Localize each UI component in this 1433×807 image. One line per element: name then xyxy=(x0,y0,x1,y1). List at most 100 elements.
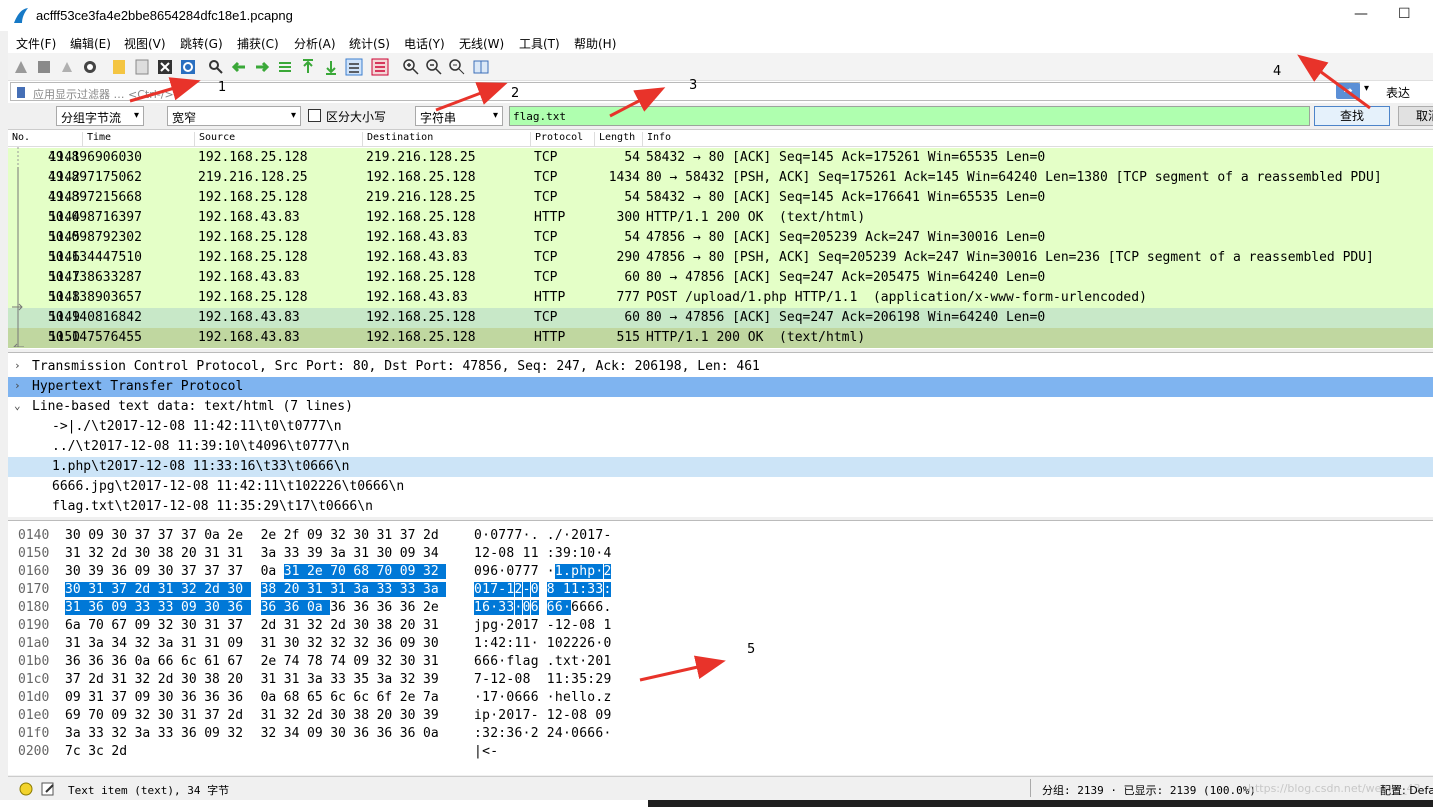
ascii-char[interactable]: · xyxy=(547,564,555,579)
ascii-char[interactable]: 6 xyxy=(554,600,563,615)
ascii-char[interactable]: · xyxy=(595,546,603,561)
ascii-char[interactable]: 2 xyxy=(571,636,579,651)
menu-file[interactable]: 文件(F) xyxy=(16,35,56,52)
hex-byte[interactable]: 32 xyxy=(400,672,423,687)
ascii-char[interactable]: 2 xyxy=(498,636,506,651)
ascii-char[interactable]: 2 xyxy=(571,528,579,543)
ascii-char[interactable]: · xyxy=(547,690,555,705)
ascii-char[interactable]: 2 xyxy=(563,636,571,651)
hex-byte[interactable]: 3a xyxy=(353,582,377,597)
ascii-char[interactable]: 2 xyxy=(490,726,498,741)
reload-file-icon[interactable] xyxy=(179,58,197,76)
minimize-button[interactable]: — xyxy=(1354,6,1368,22)
hex-byte[interactable]: 2d xyxy=(158,672,181,687)
hex-byte[interactable]: 36 xyxy=(377,636,400,651)
ascii-char[interactable]: 1 xyxy=(554,564,563,579)
hex-byte[interactable]: 7c xyxy=(65,744,88,759)
ascii-char[interactable]: : xyxy=(563,672,571,687)
packet-row[interactable]: 1144 50.098716397 192.168.43.83 192.168.25.… xyxy=(8,208,1433,228)
hex-byte[interactable]: 30 xyxy=(158,708,181,723)
ascii-char[interactable]: 0 xyxy=(579,618,587,633)
hex-byte[interactable]: 30 xyxy=(423,636,441,651)
hex-byte[interactable]: 30 xyxy=(65,582,89,597)
ascii-char[interactable]: 2 xyxy=(555,708,563,723)
hex-byte[interactable]: 78 xyxy=(307,654,330,669)
ascii-char[interactable]: t xyxy=(571,654,579,669)
menu-view[interactable]: 视图(V) xyxy=(124,35,166,52)
ascii-char[interactable]: 1 xyxy=(579,546,587,561)
hex-byte[interactable]: 37 xyxy=(135,528,158,543)
hex-byte[interactable]: 36 xyxy=(400,726,423,741)
ascii-char[interactable]: : xyxy=(498,726,506,741)
hex-byte[interactable]: 6c xyxy=(181,654,204,669)
hex-byte[interactable]: 31 xyxy=(181,636,204,651)
hex-byte[interactable]: 34 xyxy=(284,726,307,741)
ascii-char[interactable]: 7 xyxy=(490,690,498,705)
hex-byte[interactable]: 30 xyxy=(181,672,204,687)
hex-byte[interactable]: 36 xyxy=(400,600,423,615)
ascii-char[interactable]: : xyxy=(603,582,612,597)
hex-byte[interactable]: 36 xyxy=(65,654,88,669)
ascii-char[interactable]: g xyxy=(531,654,539,669)
hex-byte[interactable]: 31 xyxy=(261,636,284,651)
ascii-char[interactable]: o xyxy=(587,690,595,705)
colorize-icon[interactable] xyxy=(371,58,389,76)
hex-byte[interactable]: 36 xyxy=(204,690,227,705)
hex-byte[interactable]: 2e xyxy=(227,528,245,543)
ascii-char[interactable]: p xyxy=(571,564,579,579)
expand-chevron-right-icon[interactable]: › xyxy=(14,359,21,372)
hex-byte[interactable]: 0a xyxy=(423,726,441,741)
ascii-char[interactable]: 8 xyxy=(506,546,514,561)
ascii-char[interactable]: 0 xyxy=(515,672,523,687)
ascii-char[interactable]: 2 xyxy=(587,654,595,669)
menu-statistics[interactable]: 统计(S) xyxy=(349,35,390,52)
hex-byte[interactable]: 6c xyxy=(353,690,376,705)
hex-byte[interactable]: 7a xyxy=(423,690,441,705)
packet-row[interactable]: 1143 49.897215668 192.168.25.128 219.216.12… xyxy=(8,188,1433,208)
ascii-char[interactable]: - xyxy=(547,618,555,633)
ascii-char[interactable]: 0 xyxy=(506,708,514,723)
go-back-icon[interactable] xyxy=(230,58,248,76)
hex-byte[interactable]: 0a xyxy=(307,600,331,615)
ascii-char[interactable]: l xyxy=(515,654,523,669)
ascii-char[interactable]: 0 xyxy=(555,636,563,651)
ascii-char[interactable]: 6 xyxy=(587,636,595,651)
find-button[interactable]: 查找 xyxy=(1314,106,1390,126)
menu-telephony[interactable]: 电话(Y) xyxy=(404,35,445,52)
packet-row[interactable]: 1141 49.896906030 192.168.25.128 219.216.12… xyxy=(8,148,1433,168)
hex-byte[interactable]: 2d xyxy=(111,744,134,759)
ascii-char[interactable]: : xyxy=(587,672,595,687)
hex-byte[interactable]: 31 xyxy=(377,528,400,543)
capture-options-icon[interactable] xyxy=(81,58,99,76)
hex-byte[interactable]: 39 xyxy=(307,546,330,561)
hex-byte[interactable]: 6a xyxy=(65,618,88,633)
ascii-char[interactable]: 2 xyxy=(498,708,506,723)
column-protocol[interactable]: Protocol xyxy=(530,132,594,147)
hex-byte[interactable]: 09 xyxy=(111,600,135,615)
zoom-out-icon[interactable] xyxy=(425,58,443,76)
ascii-char[interactable]: 0 xyxy=(515,618,523,633)
ascii-char[interactable]: 9 xyxy=(563,546,571,561)
hex-byte[interactable]: 09 xyxy=(400,636,423,651)
packet-row[interactable]: 1149 50.140816842 192.168.43.83 192.168.25.… xyxy=(8,308,1433,328)
ascii-char[interactable]: 2 xyxy=(482,546,490,561)
ascii-char[interactable]: 7 xyxy=(498,528,506,543)
hex-byte[interactable]: 2e xyxy=(400,690,423,705)
ascii-char[interactable]: : xyxy=(474,726,482,741)
hex-byte[interactable]: 30 xyxy=(330,708,353,723)
ascii-char[interactable]: 9 xyxy=(604,672,612,687)
hex-byte[interactable]: 36 xyxy=(111,654,134,669)
details-tree-item[interactable]: › Hypertext Transfer Protocol xyxy=(8,377,1433,397)
ascii-char[interactable]: . xyxy=(595,690,603,705)
ascii-char[interactable]: : xyxy=(482,636,490,651)
hex-byte[interactable]: 31 xyxy=(88,582,112,597)
hex-byte[interactable]: 30 xyxy=(353,618,376,633)
ascii-char[interactable]: 0 xyxy=(571,726,579,741)
ascii-char[interactable]: 6 xyxy=(490,654,498,669)
hex-byte[interactable]: 37 xyxy=(227,618,245,633)
hex-byte[interactable]: 2d xyxy=(261,618,284,633)
ascii-char[interactable]: 1 xyxy=(515,636,523,651)
packet-row[interactable]: 1147 50.138633287 192.168.43.83 192.168.25.… xyxy=(8,268,1433,288)
hex-byte[interactable]: 30 xyxy=(400,654,423,669)
hex-byte[interactable]: 09 xyxy=(307,726,330,741)
